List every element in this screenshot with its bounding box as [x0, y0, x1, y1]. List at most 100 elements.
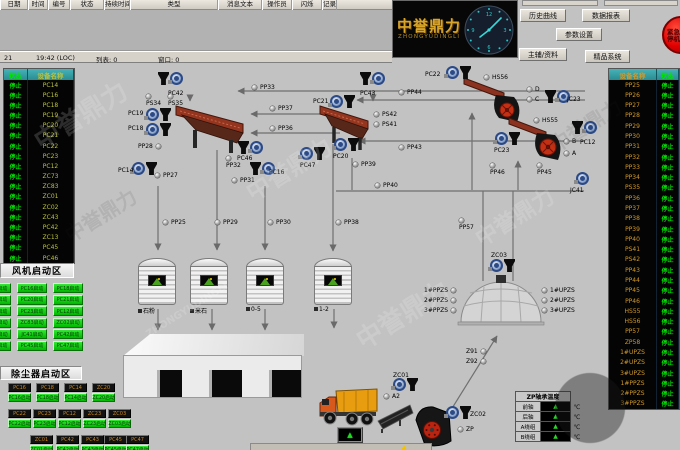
- fan-start-button[interactable]: PC16启动: [17, 283, 47, 293]
- fan-start-button[interactable]: PC45启动: [17, 341, 47, 351]
- indicator-dot[interactable]: [252, 85, 257, 90]
- indicator-dot[interactable]: [215, 220, 220, 225]
- nav-button[interactable]: 精品系统: [585, 50, 630, 63]
- hopper-blower-device[interactable]: [393, 378, 418, 391]
- material-silo[interactable]: 1-2: [314, 258, 352, 305]
- dust-start-button[interactable]: PC47启动: [126, 445, 149, 450]
- indicator-dot[interactable]: [270, 106, 275, 111]
- dust-start-button[interactable]: PC42启动: [56, 445, 79, 450]
- indicator-dot[interactable]: [542, 298, 547, 303]
- dust-start-button[interactable]: PC23启动: [33, 419, 56, 428]
- fan-start-button[interactable]: PC21启动: [53, 295, 83, 305]
- indicator-dot[interactable]: [484, 75, 489, 80]
- indicator-dot[interactable]: [353, 162, 358, 167]
- indicator-dot[interactable]: [399, 90, 404, 95]
- dust-start-button[interactable]: PC45启动: [104, 445, 127, 450]
- fan-start-button[interactable]: PC19启动: [0, 295, 11, 305]
- dust-start-button[interactable]: PC18启动: [36, 393, 59, 402]
- indicator-dot[interactable]: [537, 163, 542, 168]
- fan-start-button[interactable]: PC23启动: [17, 306, 47, 316]
- alarm-list-area[interactable]: [0, 10, 392, 51]
- indicator-dot[interactable]: [564, 151, 569, 156]
- indicator-dot[interactable]: [374, 122, 379, 127]
- nav-button[interactable]: 历史曲线: [520, 9, 566, 22]
- indicator-dot[interactable]: [481, 359, 486, 364]
- indicator-dot[interactable]: [226, 156, 231, 161]
- hopper-blower-device[interactable]: [495, 132, 520, 145]
- dust-device-cell: PC18 PC18启动: [36, 383, 59, 402]
- indicator-dot[interactable]: [270, 126, 275, 131]
- dust-start-button[interactable]: PC16启动: [8, 393, 31, 402]
- hopper-blower-device[interactable]: [146, 123, 171, 136]
- fan-start-button[interactable]: PC43启动: [0, 341, 11, 351]
- dust-start-button[interactable]: ZC03启动: [108, 419, 131, 428]
- fan-start-button[interactable]: ZC83启动: [17, 318, 47, 328]
- indicator-dot[interactable]: [451, 288, 456, 293]
- hopper-blower-device[interactable]: [572, 121, 597, 134]
- material-silo[interactable]: 米石: [190, 258, 228, 305]
- dust-start-button[interactable]: PC14启动: [64, 393, 87, 402]
- nav-button[interactable]: 数据报表: [582, 9, 630, 22]
- fan-start-button[interactable]: JC41启动: [17, 329, 47, 339]
- indicator-dot[interactable]: [527, 87, 532, 92]
- fan-start-button[interactable]: PC47启动: [53, 341, 83, 351]
- indicator-dot[interactable]: [163, 220, 168, 225]
- fan-start-button[interactable]: ZC01启动: [0, 329, 11, 339]
- indicator-dot[interactable]: [534, 118, 539, 123]
- indicator-dot[interactable]: [458, 427, 463, 432]
- indicator-dot[interactable]: [384, 394, 389, 399]
- hopper-blower-device[interactable]: [132, 162, 157, 175]
- hopper-blower-device[interactable]: [158, 72, 183, 85]
- fan-start-button[interactable]: PC22启动: [0, 306, 11, 316]
- fan-start-button[interactable]: PC20启动: [17, 295, 47, 305]
- nav-button[interactable]: 主辅/资料: [519, 48, 567, 61]
- hopper-blower-device[interactable]: [446, 66, 471, 79]
- dust-start-button[interactable]: ZC23启动: [83, 419, 106, 428]
- fan-start-button[interactable]: ZC73启动: [0, 318, 11, 328]
- indicator-dot[interactable]: [451, 308, 456, 313]
- top-partial-bar[interactable]: [604, 0, 678, 6]
- indicator-dot[interactable]: [490, 163, 495, 168]
- dust-start-button[interactable]: PC22启动: [8, 419, 31, 428]
- dust-start-button[interactable]: PC12启动: [58, 419, 81, 428]
- hopper-blower-device[interactable]: [300, 147, 325, 160]
- hopper-blower-device[interactable]: [490, 259, 515, 272]
- device-status-row: 停止PC23: [4, 151, 74, 161]
- dust-start-button[interactable]: ZC01启动: [30, 445, 53, 450]
- indicator-dot[interactable]: [146, 94, 151, 99]
- indicator-dot[interactable]: [156, 144, 161, 149]
- indicator-dot[interactable]: [542, 288, 547, 293]
- indicator-dot[interactable]: [451, 298, 456, 303]
- dust-start-button[interactable]: PC43启动: [81, 445, 104, 450]
- hopper-blower-device[interactable]: [330, 95, 355, 108]
- point-indicator-label: 1#UPZS: [542, 287, 575, 294]
- indicator-dot[interactable]: [375, 183, 380, 188]
- indicator-dot[interactable]: [232, 178, 237, 183]
- material-silo[interactable]: 0-5: [246, 258, 284, 305]
- indicator-dot[interactable]: [459, 218, 464, 223]
- hopper-blower-device[interactable]: [576, 172, 589, 185]
- fan-start-button[interactable]: PC14启动: [0, 283, 11, 293]
- top-partial-bar[interactable]: [522, 0, 598, 6]
- fan-start-button[interactable]: PC12启动: [53, 306, 83, 316]
- indicator-dot[interactable]: [527, 97, 532, 102]
- hopper-blower-device[interactable]: [446, 406, 471, 419]
- hopper-blower-device[interactable]: [146, 108, 171, 121]
- indicator-dot[interactable]: [399, 145, 404, 150]
- hopper-blower-device[interactable]: [238, 141, 263, 154]
- nav-button[interactable]: 参数设置: [556, 28, 602, 41]
- indicator-dot[interactable]: [542, 308, 547, 313]
- hopper-blower-device[interactable]: [334, 138, 359, 151]
- indicator-dot[interactable]: [374, 112, 379, 117]
- indicator-dot[interactable]: [268, 220, 273, 225]
- indicator-dot[interactable]: [481, 349, 486, 354]
- fan-start-button[interactable]: ZC02启动: [53, 318, 83, 328]
- dust-start-button[interactable]: ZC20启动: [92, 393, 115, 402]
- material-silo[interactable]: 石粉: [138, 258, 176, 305]
- indicator-dot[interactable]: [155, 173, 160, 178]
- indicator-dot[interactable]: [336, 220, 341, 225]
- fan-start-button[interactable]: PC42启动: [53, 329, 83, 339]
- fan-start-button[interactable]: PC18启动: [53, 283, 83, 293]
- hopper-blower-device[interactable]: [360, 72, 385, 85]
- indicator-dot[interactable]: [564, 139, 569, 144]
